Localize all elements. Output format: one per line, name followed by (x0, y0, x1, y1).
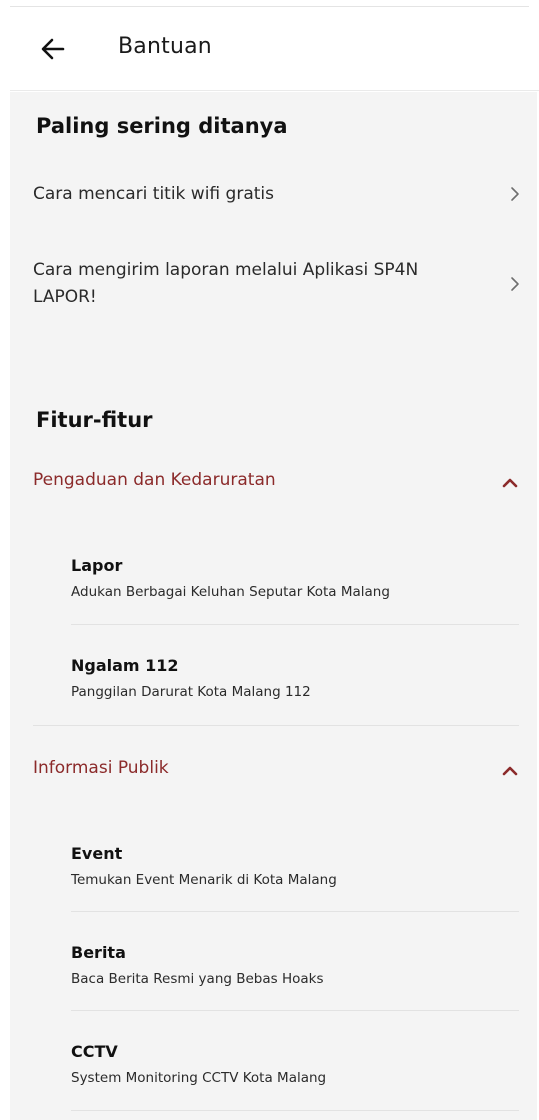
arrow-left-icon (41, 38, 65, 60)
feature-description: Baca Berita Resmi yang Bebas Hoaks (71, 971, 324, 987)
feature-item-berita[interactable]: Berita Baca Berita Resmi yang Bebas Hoak… (71, 943, 519, 993)
divider (71, 624, 519, 625)
divider (71, 1110, 519, 1111)
group-label: Pengaduan dan Kedaruratan (33, 470, 276, 490)
feature-item-ngalam-112[interactable]: Ngalam 112 Panggilan Darurat Kota Malang… (71, 656, 519, 706)
divider (71, 1010, 519, 1011)
page-title: Bantuan (118, 34, 212, 59)
feature-item-cctv[interactable]: CCTV System Monitoring CCTV Kota Malang (71, 1042, 519, 1092)
faq-heading: Paling sering ditanya (36, 114, 288, 138)
feature-item-event[interactable]: Event Temukan Event Menarik di Kota Mala… (71, 844, 519, 894)
faq-item-wifi[interactable]: Cara mencari titik wifi gratis (10, 184, 537, 215)
feature-description: System Monitoring CCTV Kota Malang (71, 1070, 327, 1086)
feature-name: Lapor (71, 556, 123, 575)
faq-item-lapor[interactable]: Cara mengirim laporan melalui Aplikasi S… (10, 257, 537, 313)
feature-item-lapor[interactable]: Lapor Adukan Berbagai Keluhan Seputar Ko… (71, 556, 519, 606)
divider (33, 725, 519, 726)
chevron-up-icon (502, 478, 518, 488)
chevron-right-icon (511, 187, 519, 201)
features-heading: Fitur-fitur (36, 408, 153, 432)
help-content: Paling sering ditanya Cara mencari titik… (10, 92, 537, 1120)
feature-name: CCTV (71, 1042, 118, 1061)
back-button[interactable] (38, 34, 68, 64)
feature-name: Event (71, 844, 123, 863)
feature-name: Berita (71, 943, 126, 962)
feature-description: Temukan Event Menarik di Kota Malang (71, 872, 337, 888)
divider (71, 911, 519, 912)
group-label: Informasi Publik (33, 758, 169, 778)
group-pengaduan-header[interactable]: Pengaduan dan Kedaruratan (10, 462, 537, 502)
chevron-right-icon (511, 277, 519, 291)
feature-description: Panggilan Darurat Kota Malang 112 (71, 684, 311, 700)
faq-item-label: Cara mencari titik wifi gratis (33, 184, 274, 204)
faq-item-label: Cara mengirim laporan melalui Aplikasi S… (33, 260, 419, 307)
feature-name: Ngalam 112 (71, 656, 179, 675)
chevron-up-icon (502, 766, 518, 776)
app-bar: Bantuan (10, 7, 539, 91)
group-informasi-publik-header[interactable]: Informasi Publik (10, 750, 537, 790)
feature-description: Adukan Berbagai Keluhan Seputar Kota Mal… (71, 584, 390, 600)
